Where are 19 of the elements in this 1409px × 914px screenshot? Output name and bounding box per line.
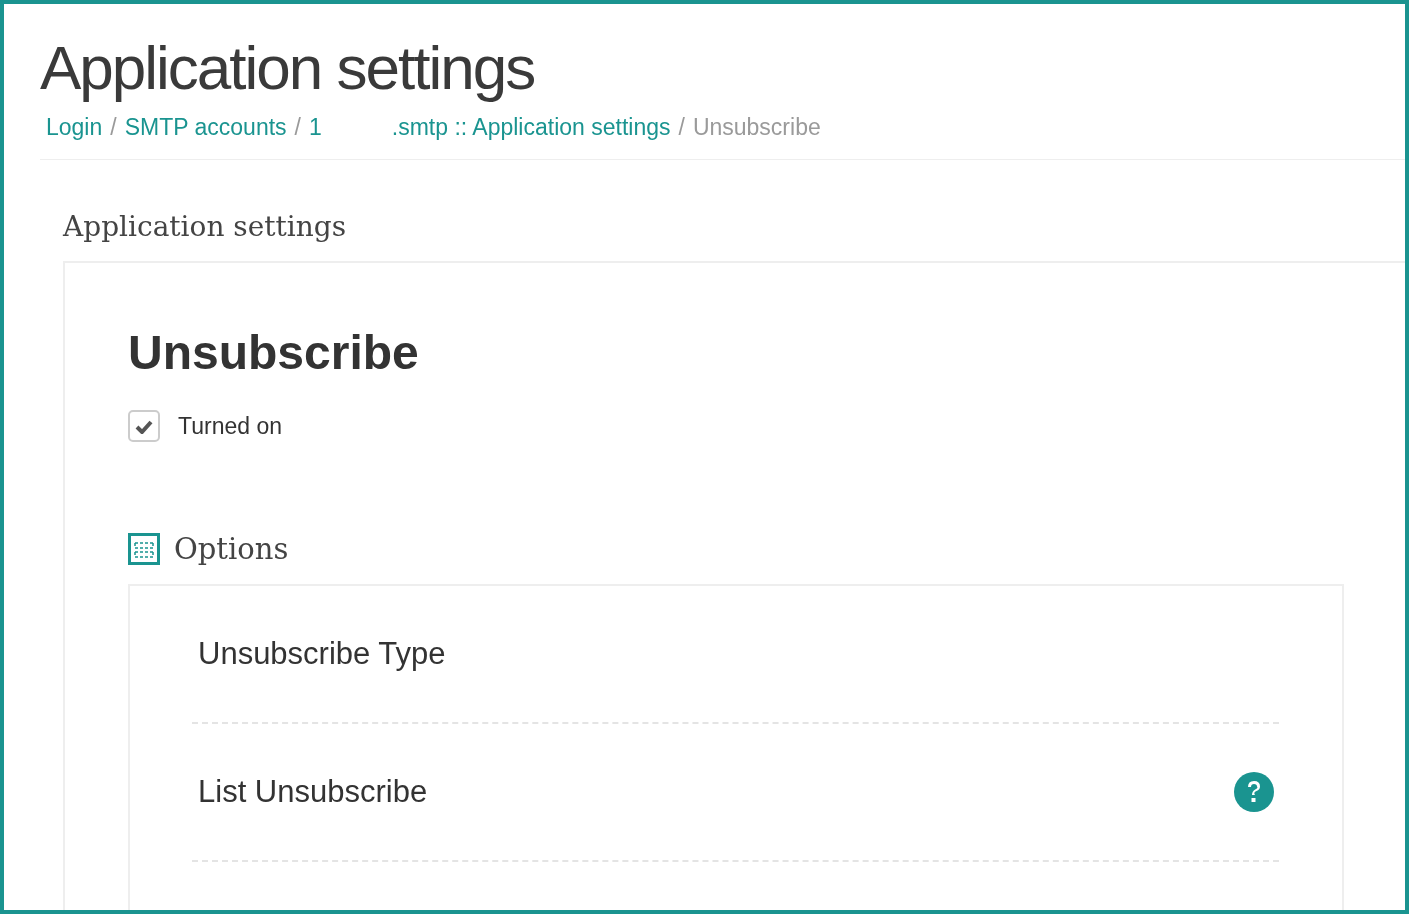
table-icon xyxy=(128,533,160,566)
breadcrumb-link[interactable]: Login xyxy=(46,114,103,142)
breadcrumb-link[interactable]: SMTP accounts xyxy=(124,114,287,142)
checkbox-label: Turned on xyxy=(178,412,282,440)
checkbox[interactable] xyxy=(128,410,160,443)
breadcrumb-link[interactable]: 1 xyxy=(309,114,322,142)
panel-heading: Unsubscribe xyxy=(128,325,420,381)
checkmark-icon xyxy=(135,418,153,434)
breadcrumb-separator: / xyxy=(678,114,685,142)
breadcrumb-separator: / xyxy=(110,114,117,142)
breadcrumb-current: Unsubscribe xyxy=(692,114,821,142)
breadcrumb-separator: / xyxy=(294,114,301,142)
option-label: Unsubscribe Type xyxy=(198,636,446,673)
option-label: List Unsubscribe xyxy=(198,774,428,811)
section-title: Application settings xyxy=(63,210,348,244)
options-title: Options xyxy=(174,532,289,567)
help-icon[interactable] xyxy=(1233,771,1275,814)
breadcrumb-link[interactable]: .smtp :: Application settings xyxy=(391,114,671,142)
page-title: Application settings xyxy=(40,34,536,103)
